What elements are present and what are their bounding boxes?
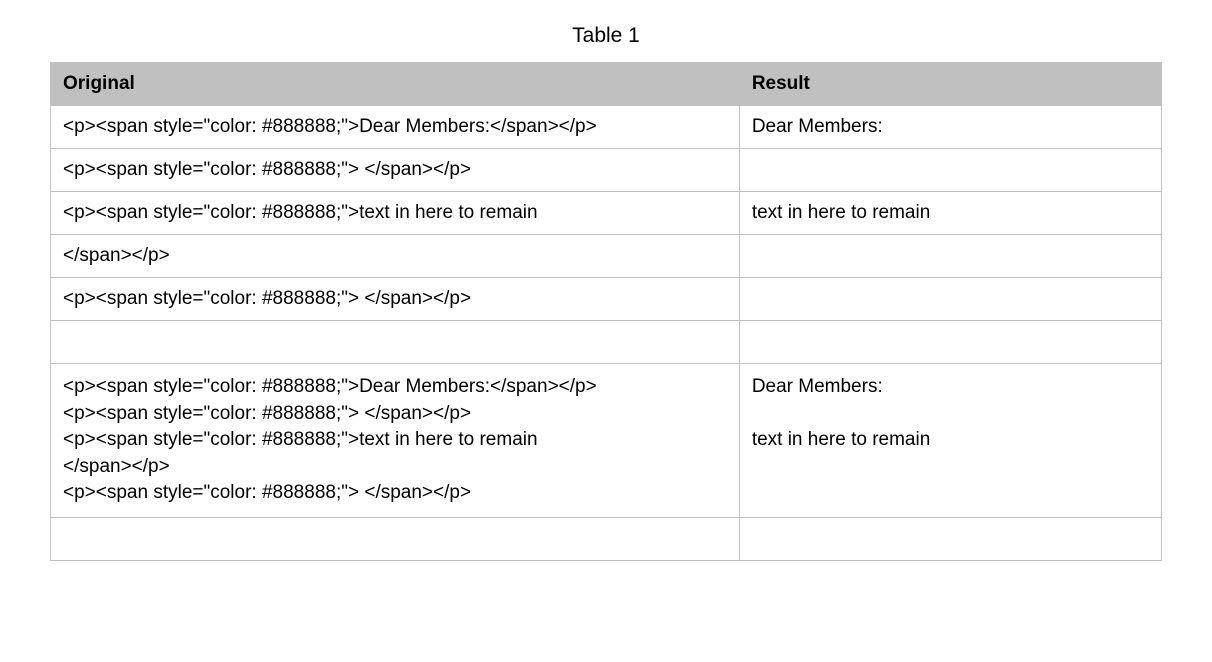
cell-original: <p><span style="color: #888888;">Dear Me… — [51, 364, 740, 518]
cell-result: Dear Members: — [739, 106, 1161, 149]
cell-result — [739, 278, 1161, 321]
table-row: <p><span style="color: #888888;">text in… — [51, 192, 1162, 235]
data-table: Original Result <p><span style="color: #… — [50, 62, 1162, 561]
cell-result — [739, 321, 1161, 364]
cell-result — [739, 517, 1161, 560]
table-row: <p><span style="color: #888888;">Dear Me… — [51, 364, 1162, 518]
cell-result — [739, 235, 1161, 278]
cell-original: <p><span style="color: #888888;">Dear Me… — [51, 106, 740, 149]
table-row — [51, 321, 1162, 364]
cell-original — [51, 517, 740, 560]
table-row: <p><span style="color: #888888;">Dear Me… — [51, 106, 1162, 149]
cell-result: Dear Members: text in here to remain — [739, 364, 1161, 518]
table-row: <p><span style="color: #888888;"> </span… — [51, 149, 1162, 192]
cell-result — [739, 149, 1161, 192]
table-row — [51, 517, 1162, 560]
table-header-row: Original Result — [51, 63, 1162, 106]
table-title: Table 1 — [50, 24, 1162, 48]
cell-original — [51, 321, 740, 364]
cell-original: <p><span style="color: #888888;">text in… — [51, 192, 740, 235]
cell-original: </span></p> — [51, 235, 740, 278]
table-row: </span></p> — [51, 235, 1162, 278]
table-row: <p><span style="color: #888888;"> </span… — [51, 278, 1162, 321]
header-original: Original — [51, 63, 740, 106]
header-result: Result — [739, 63, 1161, 106]
cell-original: <p><span style="color: #888888;"> </span… — [51, 149, 740, 192]
cell-original: <p><span style="color: #888888;"> </span… — [51, 278, 740, 321]
cell-result: text in here to remain — [739, 192, 1161, 235]
